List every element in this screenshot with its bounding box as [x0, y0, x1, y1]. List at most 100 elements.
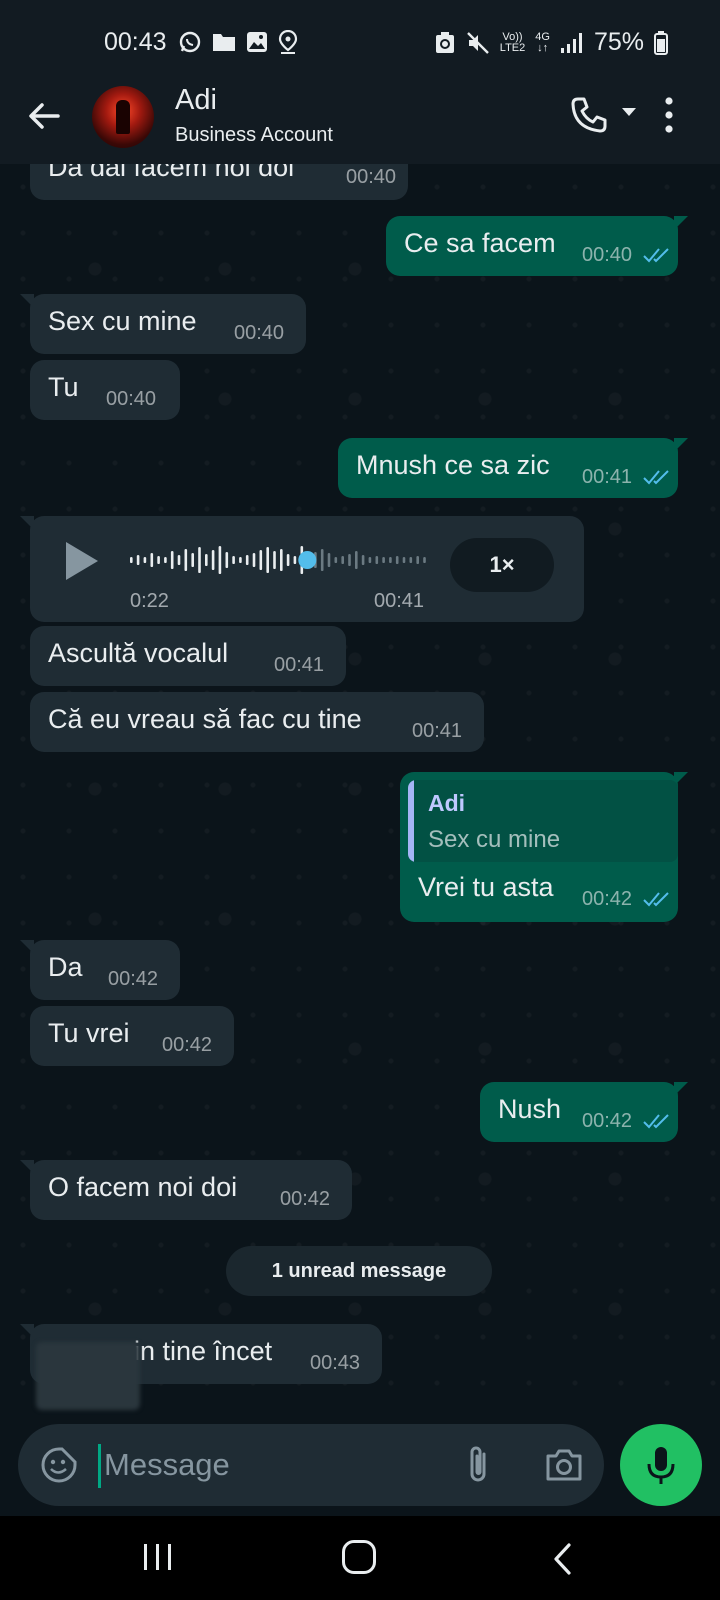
waveform-bar — [252, 553, 256, 567]
message-bubble-incoming[interactable]: O facem noi doi 00:42 — [20, 1160, 352, 1220]
message-time: 00:42 — [582, 888, 633, 910]
quote-accent-bar — [408, 780, 414, 862]
more-options-icon[interactable] — [664, 96, 674, 134]
message-time: 00:40 — [106, 388, 157, 410]
waveform-bar — [143, 557, 147, 563]
waveform-bar — [320, 549, 324, 571]
message-time: 00:42 — [108, 968, 159, 990]
waveform-bar — [416, 556, 419, 564]
waveform-bar — [232, 556, 235, 564]
chat-header: Adi Business Account — [0, 80, 720, 164]
message-time: 00:43 — [310, 1352, 361, 1374]
status-notification-icons — [178, 30, 298, 54]
waveform-bar — [361, 555, 365, 565]
voice-record-button[interactable] — [620, 1424, 702, 1506]
message-bubble-incoming[interactable]: Tu vrei 00:42 — [30, 1006, 234, 1066]
message-bubble-incoming[interactable]: Tu 00:40 — [30, 360, 180, 420]
network-indicator: 4G ↓↑ — [535, 30, 550, 54]
signal-icon — [560, 32, 582, 53]
waveform-bar — [341, 556, 344, 564]
waveform-bar — [177, 555, 181, 565]
message-bubble-incoming[interactable]: Că eu vreau să fac cu tine 00:41 — [30, 692, 484, 752]
back-arrow-icon[interactable] — [24, 96, 64, 136]
quoted-message[interactable]: Adi Sex cu mine — [408, 780, 678, 862]
waveform-bar — [191, 553, 194, 567]
location-icon — [278, 30, 298, 54]
message-bubble-outgoing[interactable]: Nush 00:42 — [480, 1082, 688, 1142]
message-time: 00:41 — [582, 466, 633, 488]
redaction-overlay — [36, 1342, 140, 1410]
message-time: 00:42 — [280, 1188, 331, 1210]
voice-waveform[interactable] — [130, 540, 430, 580]
voice-message[interactable]: 1× 0:22 00:41 — [20, 516, 584, 622]
waveform-bar — [130, 557, 133, 563]
recycle-icon — [435, 31, 454, 53]
waveform-bar — [205, 554, 208, 566]
contact-subtitle[interactable]: Business Account — [175, 124, 333, 147]
message-time: 00:40 — [346, 166, 397, 188]
message-input[interactable] — [104, 1438, 434, 1492]
waveform-bar — [293, 556, 297, 564]
message-text: Vrei tu asta — [418, 872, 554, 902]
waveform-bar — [409, 557, 413, 563]
message-time: 00:40 — [234, 322, 285, 344]
recent-apps-icon[interactable] — [142, 1542, 174, 1572]
message-bubble-outgoing[interactable]: Adi Sex cu mine Vrei tu asta 00:42 — [400, 772, 688, 922]
read-receipt-icon — [643, 892, 669, 907]
avatar[interactable] — [92, 86, 154, 148]
call-options-chevron-icon[interactable] — [622, 108, 636, 116]
message-text: Tu vrei — [48, 1018, 130, 1048]
waveform-bar — [280, 549, 283, 571]
message-bubble-incoming[interactable]: Da 00:42 — [20, 940, 180, 1000]
waveform-bar — [368, 557, 372, 563]
playback-scrubber[interactable] — [298, 551, 317, 569]
message-text: Ascultă vocalul — [48, 638, 229, 668]
quoted-text: Sex cu mine — [428, 826, 561, 853]
message-text: Sex cu mine — [48, 306, 197, 336]
message-time: 00:41 — [412, 720, 463, 742]
message-time: 00:41 — [374, 590, 425, 612]
voice-call-icon[interactable] — [570, 96, 608, 134]
message-list[interactable]: Da dai facem noi doi 00:40 Ce sa facem 0… — [0, 164, 720, 1416]
waveform-bar — [164, 557, 167, 563]
message-bubble-outgoing[interactable]: Mnush ce sa zic 00:41 — [338, 438, 688, 498]
message-text: Nush — [498, 1094, 562, 1124]
waveform-bar — [389, 557, 392, 563]
message-time: 00:42 — [162, 1034, 213, 1056]
message-bubble-outgoing[interactable]: Ce sa facem 00:40 — [386, 216, 688, 276]
quoted-author: Adi — [428, 790, 466, 816]
waveform-bar — [218, 546, 222, 574]
message-bubble-incoming[interactable]: Sex cu mine 00:40 — [20, 294, 306, 354]
play-icon[interactable] — [66, 542, 98, 580]
waveform-bar — [273, 551, 276, 569]
home-icon[interactable] — [342, 1540, 376, 1574]
message-bubble-incoming[interactable]: Da dai facem noi doi 00:40 — [30, 164, 408, 200]
gallery-icon — [247, 32, 267, 52]
battery-icon — [654, 30, 668, 55]
message-text: Da dai facem noi doi — [48, 164, 295, 182]
status-bar: 00:43 Vo)) LTE2 4G ↓↑ 75% — [0, 0, 720, 80]
status-system-icons: Vo)) LTE2 4G ↓↑ 75% — [434, 28, 668, 57]
message-text: Tu — [48, 372, 79, 402]
waveform-bar — [286, 554, 290, 566]
playback-speed-button[interactable]: 1× — [450, 538, 554, 592]
waveform-bar — [239, 557, 242, 563]
message-text: O facem noi doi — [48, 1172, 238, 1202]
waveform-bar — [402, 557, 406, 563]
waveform-bar — [259, 550, 263, 570]
contact-name[interactable]: Adi — [175, 84, 217, 117]
attach-icon[interactable] — [464, 1444, 494, 1486]
message-text: Ce sa facem — [404, 228, 556, 258]
waveform-bar — [198, 547, 201, 573]
message-time: 00:40 — [582, 244, 633, 266]
nav-back-icon[interactable] — [550, 1542, 574, 1576]
mute-icon — [466, 31, 489, 54]
read-receipt-icon — [643, 1114, 669, 1129]
status-time: 00:43 — [104, 28, 167, 56]
voice-duration: 0:22 — [130, 590, 169, 612]
emoji-sticker-icon[interactable] — [40, 1446, 78, 1484]
folder-icon — [213, 34, 235, 51]
camera-icon[interactable] — [544, 1446, 584, 1484]
waveform-bar — [184, 549, 188, 571]
message-bubble-incoming[interactable]: Ascultă vocalul 00:41 — [30, 626, 346, 686]
